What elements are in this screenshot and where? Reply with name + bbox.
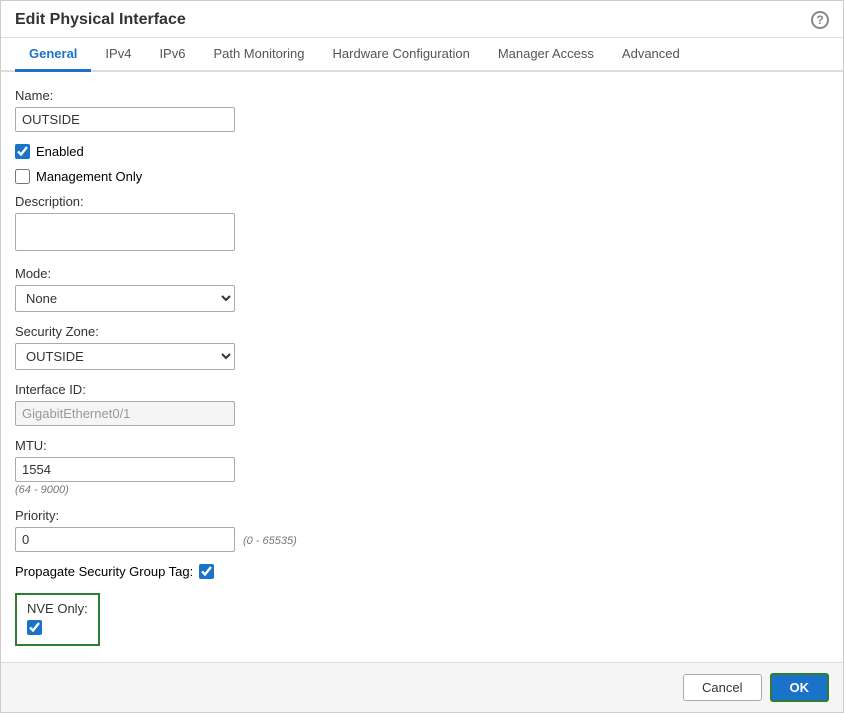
nve-only-section: NVE Only: xyxy=(15,593,100,646)
interface-id-label: Interface ID: xyxy=(15,382,829,397)
ok-button[interactable]: OK xyxy=(770,673,830,702)
tab-bar: General IPv4 IPv6 Path Monitoring Hardwa… xyxy=(1,38,843,72)
name-label: Name: xyxy=(15,88,829,103)
enabled-checkbox[interactable] xyxy=(15,144,30,159)
propagate-row: Propagate Security Group Tag: xyxy=(15,564,829,579)
propagate-checkbox[interactable] xyxy=(199,564,214,579)
description-label: Description: xyxy=(15,194,829,209)
help-icon[interactable]: ? xyxy=(811,11,829,29)
description-group: Description: xyxy=(15,194,829,254)
mtu-label: MTU: xyxy=(15,438,829,453)
security-zone-label: Security Zone: xyxy=(15,324,829,339)
management-only-row: Management Only xyxy=(15,169,829,184)
security-zone-select[interactable]: OUTSIDE INSIDE DMZ xyxy=(15,343,235,370)
cancel-button[interactable]: Cancel xyxy=(683,674,761,701)
tab-advanced[interactable]: Advanced xyxy=(608,38,694,72)
tab-manager-access[interactable]: Manager Access xyxy=(484,38,608,72)
form-content: Name: Enabled Management Only Descriptio… xyxy=(1,72,843,662)
priority-group: Priority: (0 - 65535) xyxy=(15,508,829,552)
tab-general[interactable]: General xyxy=(15,38,91,72)
name-group: Name: xyxy=(15,88,829,132)
enabled-label: Enabled xyxy=(36,144,84,159)
nve-only-label: NVE Only: xyxy=(27,601,88,616)
edit-physical-interface-dialog: Edit Physical Interface ? General IPv4 I… xyxy=(0,0,844,713)
mtu-input[interactable] xyxy=(15,457,235,482)
nve-only-checkbox[interactable] xyxy=(27,620,42,635)
enabled-row: Enabled xyxy=(15,144,829,159)
management-only-label: Management Only xyxy=(36,169,142,184)
priority-label: Priority: xyxy=(15,508,829,523)
tab-path-monitoring[interactable]: Path Monitoring xyxy=(199,38,318,72)
mode-group: Mode: None Routed Passive Inline Tap Inl… xyxy=(15,266,829,312)
tab-hardware-configuration[interactable]: Hardware Configuration xyxy=(319,38,484,72)
priority-hint: (0 - 65535) xyxy=(243,535,297,547)
mtu-hint: (64 - 9000) xyxy=(15,484,829,496)
security-zone-group: Security Zone: OUTSIDE INSIDE DMZ xyxy=(15,324,829,370)
interface-id-input xyxy=(15,401,235,426)
mtu-group: MTU: (64 - 9000) xyxy=(15,438,829,496)
tab-ipv6[interactable]: IPv6 xyxy=(145,38,199,72)
priority-input[interactable] xyxy=(15,527,235,552)
description-input[interactable] xyxy=(15,213,235,251)
propagate-label: Propagate Security Group Tag: xyxy=(15,564,193,579)
mode-label: Mode: xyxy=(15,266,829,281)
name-input[interactable] xyxy=(15,107,235,132)
dialog-footer: Cancel OK xyxy=(1,662,843,712)
interface-id-group: Interface ID: xyxy=(15,382,829,426)
dialog-title: Edit Physical Interface xyxy=(15,11,186,29)
mode-select[interactable]: None Routed Passive Inline Tap Inline Se… xyxy=(15,285,235,312)
dialog-header: Edit Physical Interface ? xyxy=(1,1,843,38)
management-only-checkbox[interactable] xyxy=(15,169,30,184)
tab-ipv4[interactable]: IPv4 xyxy=(91,38,145,72)
